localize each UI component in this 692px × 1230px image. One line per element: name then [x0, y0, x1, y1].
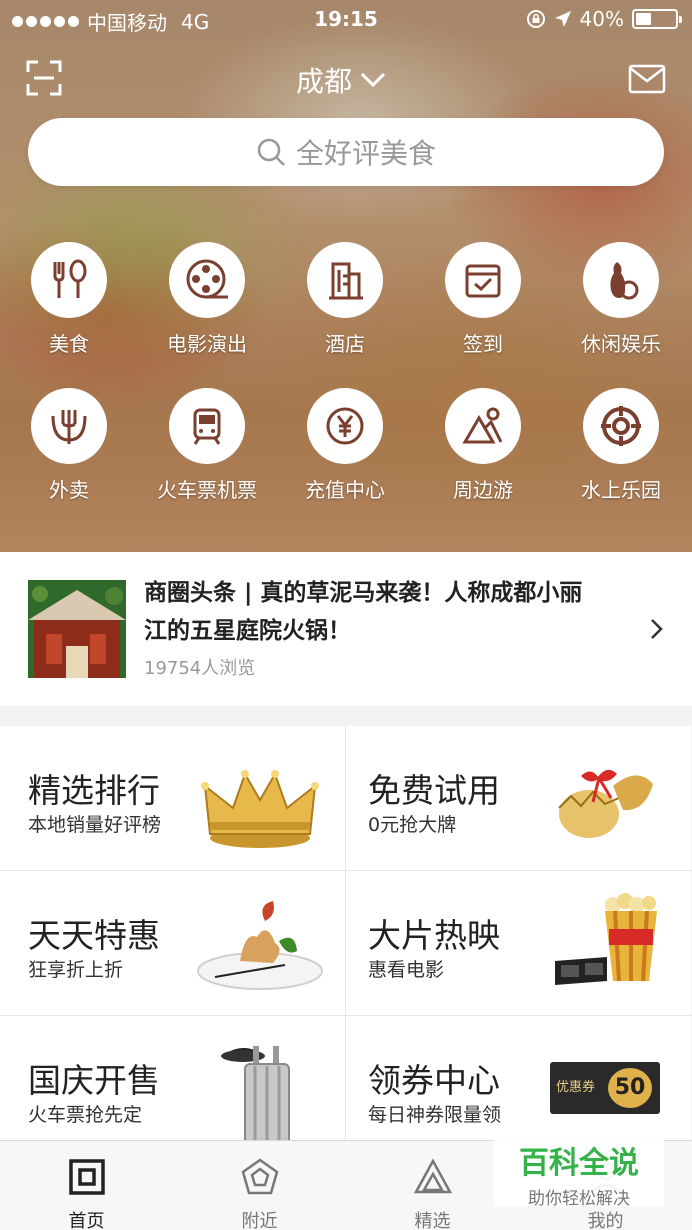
- battery-icon: [632, 9, 682, 29]
- category-takeout[interactable]: 外卖: [4, 388, 134, 503]
- search-input[interactable]: 全好评美食: [28, 118, 664, 186]
- category-water-park[interactable]: 水上乐园: [556, 388, 686, 503]
- category-checkin[interactable]: 签到: [418, 242, 548, 357]
- tile-title: 精选排行: [28, 771, 160, 810]
- train-icon: [169, 388, 245, 464]
- watermark-title: 百科全说: [519, 1146, 639, 1181]
- headline-card[interactable]: 商圈头条 | 真的草泥马来袭！人称成都小丽江的五星庭院火锅！ 19754人浏览: [0, 552, 692, 706]
- category-label: 美食: [49, 332, 89, 356]
- bowling-icon: [583, 242, 659, 318]
- watermark: 百科全说 助你轻松解决: [494, 1136, 664, 1209]
- location-arrow-icon: [554, 11, 571, 27]
- category-movies[interactable]: 电影演出: [142, 242, 272, 357]
- category-label: 周边游: [453, 478, 513, 502]
- popcorn-3d-glasses-image: [555, 893, 657, 985]
- tile-title: 领券中心: [368, 1061, 500, 1100]
- category-tickets[interactable]: 火车票机票: [142, 388, 272, 503]
- tab-label: 我的: [587, 1211, 624, 1230]
- mail-icon[interactable]: [628, 64, 666, 94]
- suitcase-image: [221, 1046, 290, 1146]
- dessert-plate-image: [197, 901, 323, 990]
- hotel-icon: [307, 242, 383, 318]
- tile-subtitle: 0元抢大牌: [368, 814, 457, 836]
- gift-egg-image: [558, 769, 653, 838]
- category-food[interactable]: 美食: [4, 242, 134, 357]
- tile-daily-deals[interactable]: 天天特惠 狂享折上折: [0, 871, 345, 1015]
- tile-subtitle: 狂享折上折: [28, 959, 124, 981]
- headline-title: 商圈头条 | 真的草泥马来袭！人称成都小丽江的五星庭院火锅！: [144, 580, 583, 644]
- grid-divider: [0, 870, 692, 871]
- tile-title: 国庆开售: [28, 1061, 160, 1100]
- mountain-icon: [445, 388, 521, 464]
- category-label: 水上乐园: [581, 478, 661, 502]
- yuan-coin-icon: [307, 388, 383, 464]
- tile-movies[interactable]: 大片热映 惠看电影: [346, 871, 691, 1015]
- category-label: 休闲娱乐: [581, 332, 661, 356]
- tile-subtitle: 火车票抢先定: [28, 1104, 143, 1126]
- coupon-label: 优惠券: [556, 1080, 596, 1095]
- category-leisure[interactable]: 休闲娱乐: [556, 242, 686, 357]
- category-label: 签到: [463, 332, 503, 356]
- chevron-right-icon: [651, 619, 663, 639]
- headline-views: 19754人浏览: [144, 658, 256, 679]
- headline-thumbnail: [28, 580, 126, 678]
- nearby-icon: [241, 1158, 278, 1195]
- lifebuoy-icon: [583, 388, 659, 464]
- film-reel-icon: [169, 242, 245, 318]
- tile-title: 大片热映: [368, 916, 500, 955]
- rotation-lock-icon: [526, 10, 545, 28]
- tab-label: 精选: [414, 1211, 451, 1230]
- category-label: 电影演出: [167, 332, 247, 356]
- category-label: 火车票机票: [157, 478, 257, 502]
- coupon-value-number: 50: [614, 1075, 646, 1100]
- tile-subtitle: 每日神券限量领: [368, 1104, 502, 1126]
- chevron-down-icon: [360, 72, 386, 88]
- category-label: 充值中心: [305, 478, 385, 502]
- tab-label: 附近: [241, 1211, 278, 1230]
- tab-nearby[interactable]: 附近: [173, 1141, 346, 1230]
- search-icon: [257, 138, 285, 166]
- coupon-value: 50: [608, 1068, 652, 1108]
- cutlery-icon: [31, 242, 107, 318]
- home-icon: [68, 1159, 105, 1195]
- grid-divider: [345, 726, 346, 1140]
- watermark-subtitle: 助你轻松解决: [528, 1189, 630, 1209]
- fork-icon: [31, 388, 107, 464]
- category-label: 酒店: [325, 332, 365, 356]
- crown-image: [201, 770, 319, 848]
- tile-title: 天天特惠: [28, 916, 160, 955]
- category-hotel[interactable]: 酒店: [280, 242, 410, 357]
- tile-ranking[interactable]: 精选排行 本地销量好评榜: [0, 726, 345, 870]
- tile-subtitle: 本地销量好评榜: [28, 814, 162, 836]
- hero-banner: 中国移动 4G 19:15 40% 成都 全好评美食 美食 电影演出 酒店 签到…: [0, 0, 692, 552]
- tile-subtitle: 惠看电影: [368, 959, 445, 981]
- category-recharge[interactable]: 充值中心: [280, 388, 410, 503]
- city-selector[interactable]: 成都: [296, 60, 386, 100]
- status-bar: 中国移动 4G 19:15 40%: [0, 0, 692, 40]
- grid-divider: [0, 1015, 692, 1016]
- coupon-image: 优惠券 50: [550, 1062, 660, 1114]
- tab-home[interactable]: 首页: [0, 1141, 173, 1230]
- search-placeholder: 全好评美食: [295, 137, 436, 170]
- tile-title: 免费试用: [368, 771, 500, 810]
- checkin-icon: [445, 242, 521, 318]
- featured-icon: [413, 1158, 452, 1194]
- category-nearby-trip[interactable]: 周边游: [418, 388, 548, 503]
- city-name: 成都: [296, 65, 353, 98]
- category-label: 外卖: [49, 478, 89, 502]
- tab-label: 首页: [68, 1211, 105, 1230]
- tile-national-day[interactable]: 国庆开售 火车票抢先定: [0, 1016, 345, 1160]
- scan-icon[interactable]: [26, 60, 62, 96]
- battery-percent: 40%: [579, 7, 624, 31]
- tile-free-trial[interactable]: 免费试用 0元抢大牌: [346, 726, 691, 870]
